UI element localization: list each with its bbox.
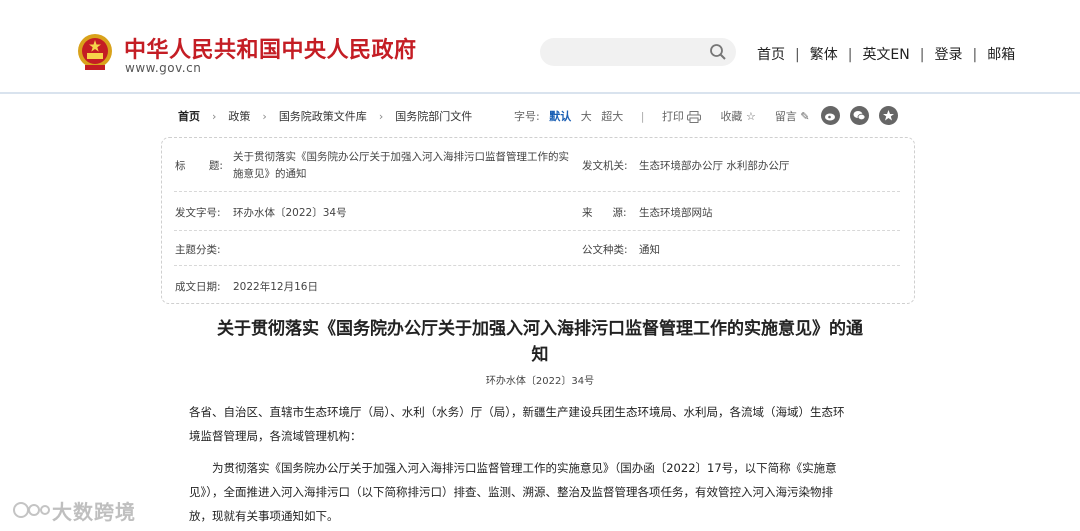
doc-type-label: 公文种类:: [582, 244, 628, 256]
pencil-icon: ✎: [800, 110, 810, 123]
search-icon[interactable]: [709, 43, 727, 61]
chevron-right-icon: ›: [262, 110, 267, 123]
weibo-share-icon[interactable]: [821, 106, 840, 125]
print-button[interactable]: 打印: [662, 110, 705, 123]
date-value: 2022年12月16日: [233, 281, 318, 293]
paragraph-line: 为贯彻落实《国务院办公厅关于加强入河入海排污口监督管理工作的实施意见》（国办函〔…: [212, 461, 837, 475]
font-size-default[interactable]: 默认: [549, 110, 571, 123]
paragraph-line: 放，现就有关事项通知如下。: [189, 509, 339, 523]
article-title-line2: 知: [531, 345, 549, 365]
favorite-button[interactable]: 收藏 ☆: [720, 110, 759, 123]
chevron-right-icon: ›: [378, 110, 384, 123]
info-row-divider: [174, 191, 900, 192]
breadcrumb-policy[interactable]: 政策: [228, 110, 250, 123]
favorite-label: 收藏: [720, 110, 743, 123]
font-size-large[interactable]: 大: [581, 110, 592, 123]
article-doc-number: 环办水体〔2022〕34号: [485, 376, 595, 387]
article-toolbar: 字号: 默认 大 超大 | 打印 收藏 ☆ 留言 ✎: [514, 108, 810, 124]
comment-label: 留言: [774, 110, 797, 123]
doc-number-label: 发文字号:: [175, 207, 221, 219]
nav-divider: |: [919, 47, 925, 63]
breadcrumb-policy-library[interactable]: 国务院政策文件库: [279, 110, 367, 123]
issuer-label: 发文机关:: [582, 160, 628, 172]
doc-type-value: 通知: [639, 244, 660, 256]
toolbar-divider: |: [640, 110, 645, 123]
doc-number-value: 环办水体〔2022〕34号: [233, 207, 347, 219]
nav-mailbox[interactable]: 邮箱: [987, 44, 1015, 64]
article-paragraph-body: 为贯彻落实《国务院办公厅关于加强入河入海排污口监督管理工作的实施意见》（国办函〔…: [189, 456, 895, 528]
nav-home[interactable]: 首页: [757, 44, 785, 64]
font-size-label: 字号:: [514, 110, 540, 123]
chevron-right-icon: ›: [212, 110, 217, 123]
breadcrumb-home[interactable]: 首页: [178, 110, 200, 123]
watermark-text: 大数跨境: [52, 500, 136, 524]
paragraph-line: 境监督管理局，各流域管理机构：: [189, 429, 362, 443]
source-label: 来 源:: [582, 207, 627, 219]
site-header: 中华人民共和国中央人民政府 www.gov.cn 首页 | 繁体 | 英文EN | 登录 | 邮…: [0, 0, 1080, 92]
paragraph-line: 各省、自治区、直辖市生态环境厅（局）、水利（水务）厅（局），新疆生产建设兵团生态…: [189, 405, 845, 419]
issuer-value: 生态环境部办公厅 水利部办公厅: [639, 160, 790, 172]
printer-icon: [687, 111, 702, 123]
comment-button[interactable]: 留言 ✎: [775, 110, 810, 123]
favorite-share-icon[interactable]: [879, 106, 898, 125]
nav-english[interactable]: 英文EN: [862, 44, 909, 64]
nav-divider: |: [847, 47, 853, 63]
article-title: 关于贯彻落实《国务院办公厅关于加强入河入海排污口监督管理工作的实施意见》的通 知: [170, 316, 910, 368]
search-input[interactable]: [540, 38, 736, 66]
wechat-share-icon[interactable]: [850, 106, 869, 125]
national-emblem-icon[interactable]: [76, 32, 114, 74]
nav-traditional[interactable]: 繁体: [810, 44, 838, 64]
date-label: 成文日期:: [175, 281, 221, 293]
title-value-line1: 关于贯彻落实《国务院办公厅关于加强入河入海排污口监督管理工作的实: [233, 151, 569, 163]
paragraph-line: 见》），全面推进入河入海排污口（以下简称排污口）排查、监测、溯源、整治及监督管理…: [189, 485, 833, 499]
header-divider: [0, 92, 1080, 94]
article-paragraph-recipients: 各省、自治区、直辖市生态环境厅（局）、水利（水务）厅（局），新疆生产建设兵团生态…: [189, 400, 895, 448]
site-url: www.gov.cn: [125, 61, 202, 75]
font-size-xlarge[interactable]: 超大: [601, 110, 623, 123]
print-label: 打印: [661, 110, 684, 123]
star-icon: ☆: [745, 110, 756, 123]
top-nav: 首页 | 繁体 | 英文EN | 登录 | 邮箱: [757, 44, 1015, 64]
nav-divider: |: [795, 47, 800, 63]
breadcrumb-department-docs[interactable]: 国务院部门文件: [395, 110, 472, 123]
article-title-line1: 关于贯彻落实《国务院办公厅关于加强入河入海排污口监督管理工作的实施意见》的通: [217, 319, 863, 339]
info-row-divider: [174, 230, 900, 231]
info-row-divider: [174, 265, 900, 266]
nav-login[interactable]: 登录: [934, 44, 962, 64]
watermark-logo-icon: [13, 502, 50, 518]
category-label: 主题分类:: [175, 244, 221, 256]
site-title[interactable]: 中华人民共和国中央人民政府: [124, 32, 417, 64]
breadcrumb: 首页 › 政策 › 国务院政策文件库 › 国务院部门文件: [178, 108, 472, 124]
nav-divider: |: [972, 47, 978, 63]
title-label: 标 题:: [175, 160, 223, 172]
title-value-line2: 施意见》的通知: [233, 168, 307, 180]
source-value: 生态环境部网站: [639, 207, 713, 219]
